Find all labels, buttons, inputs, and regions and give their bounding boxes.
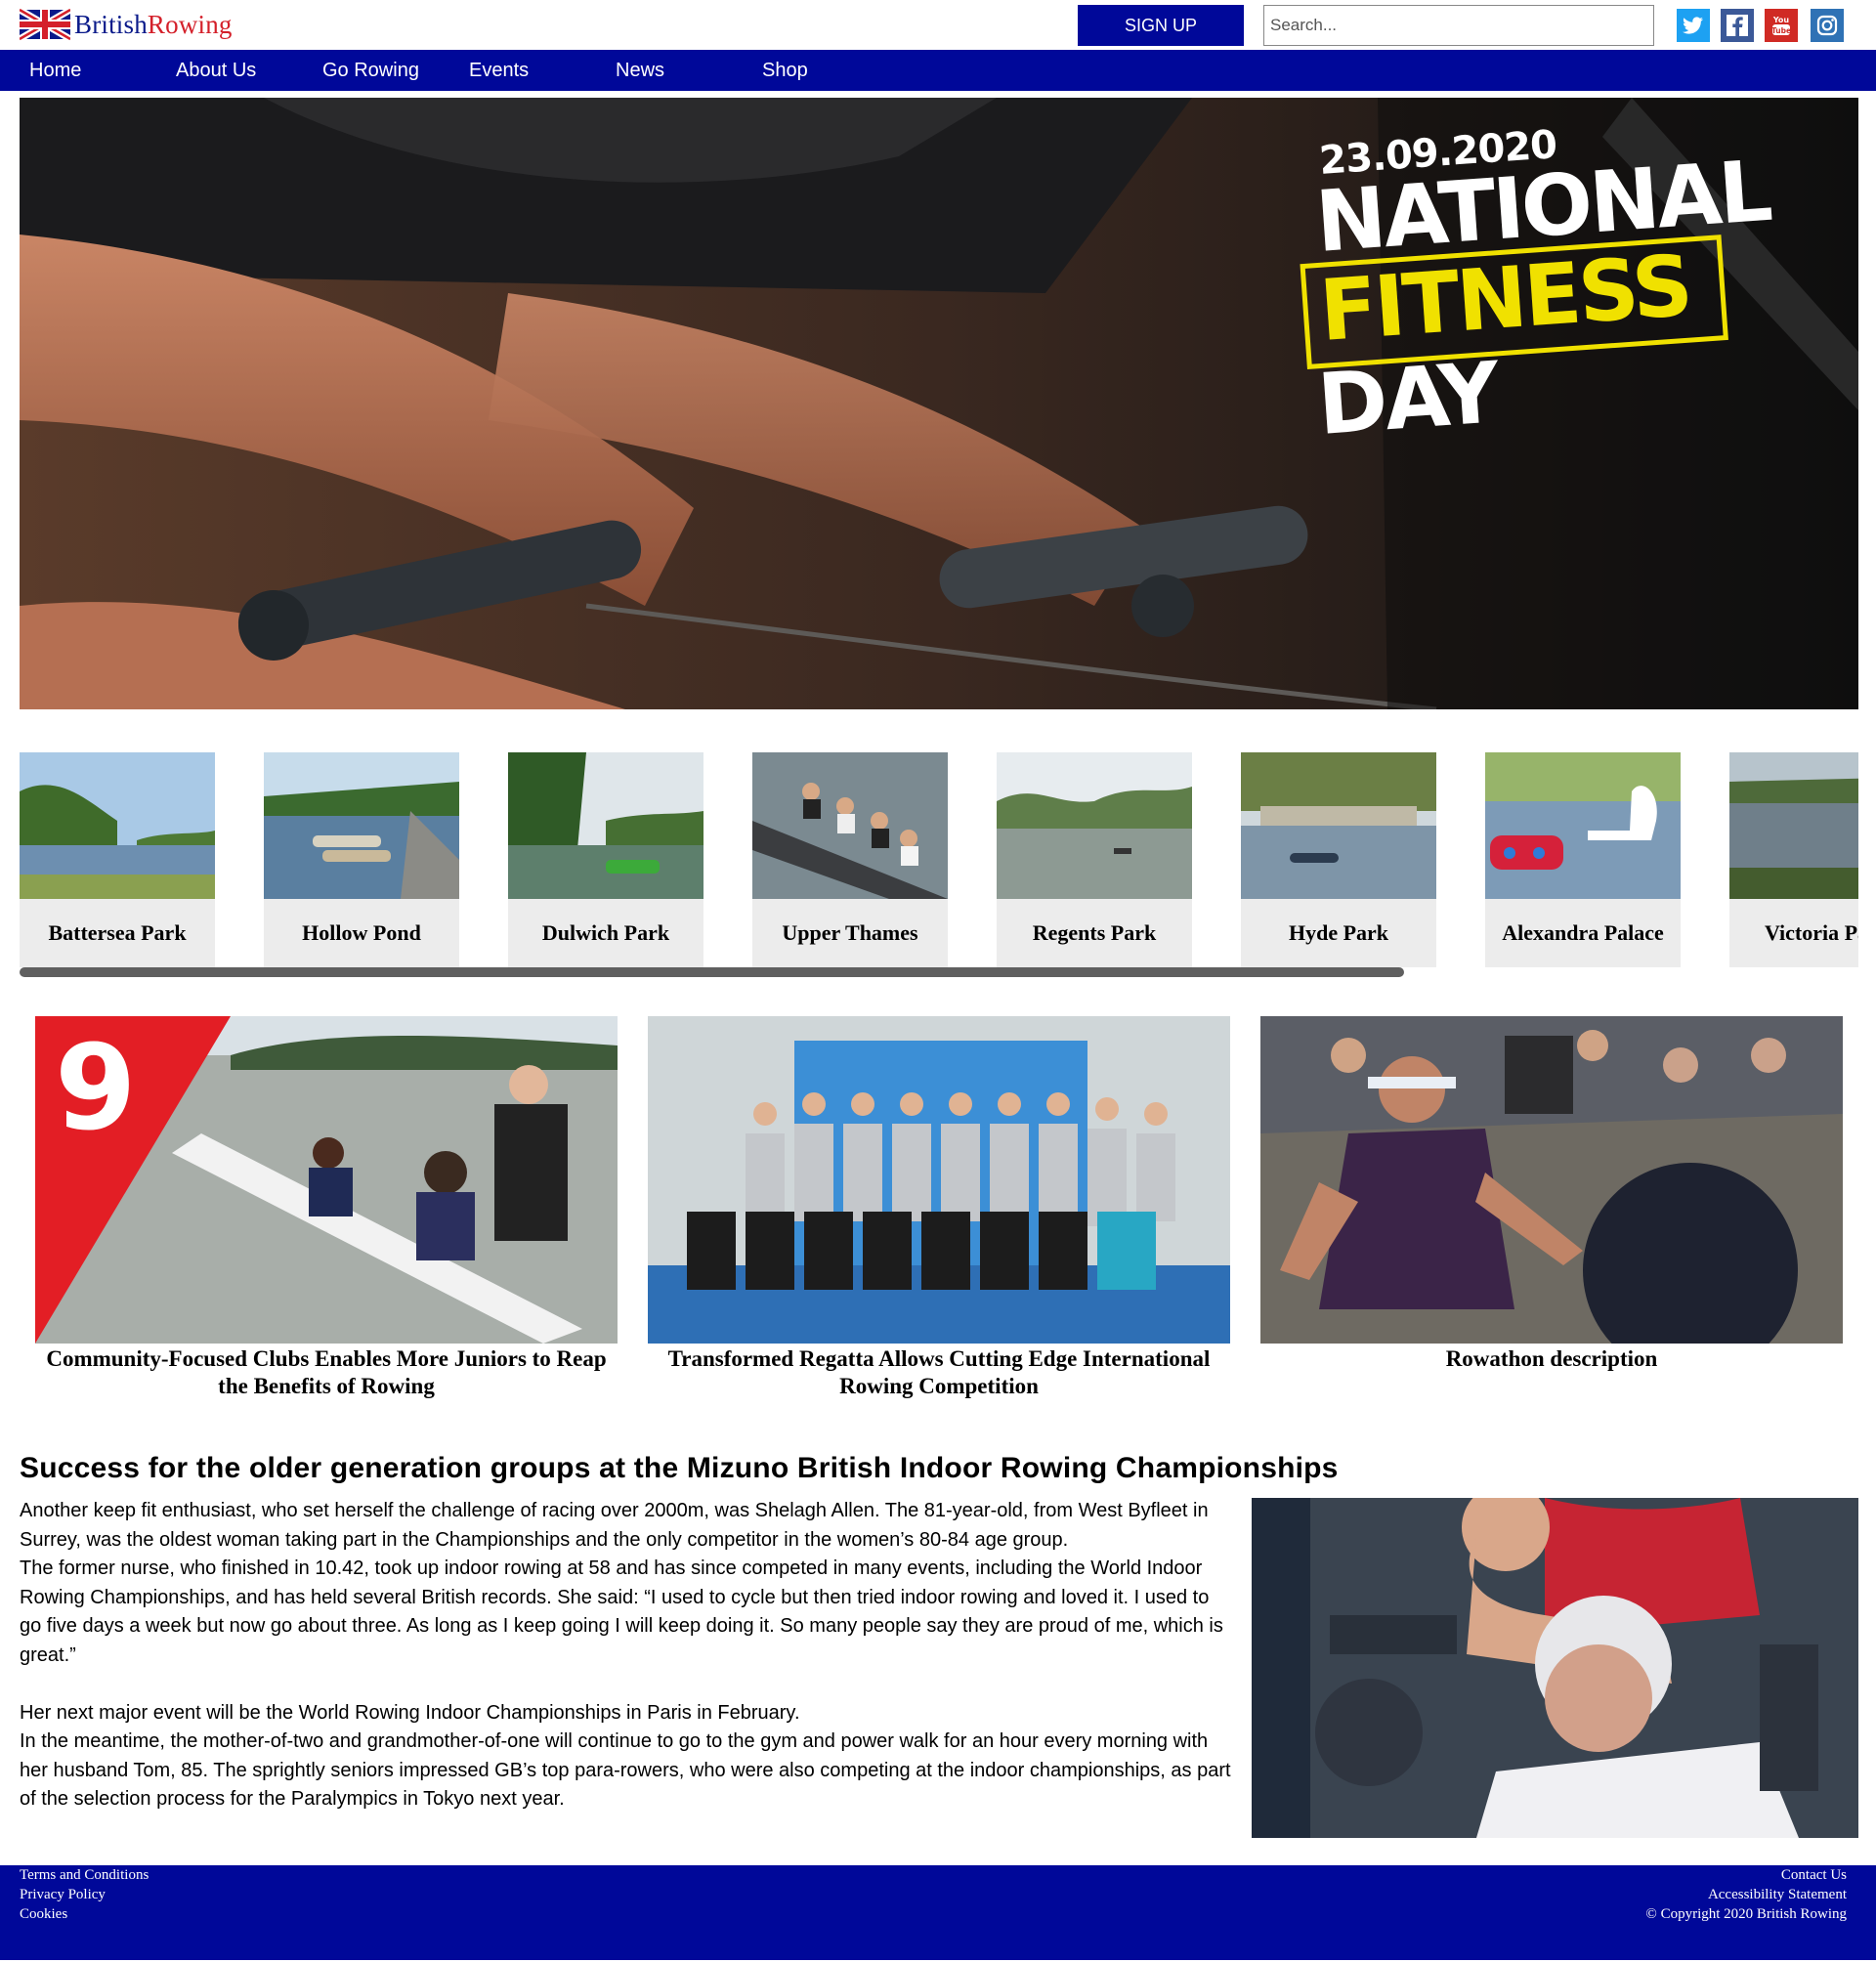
youtube-link[interactable]: You Tube: [1761, 5, 1802, 46]
location-photo: [752, 752, 948, 899]
twitter-icon: [1677, 9, 1710, 42]
svg-text:You: You: [1772, 16, 1790, 24]
news-photo: 9: [35, 1016, 618, 1344]
contact-us-link[interactable]: Contact Us: [1645, 1865, 1847, 1885]
location-label: Battersea Park: [20, 899, 215, 967]
instagram-link[interactable]: [1807, 5, 1848, 46]
location-card-regents-park[interactable]: Regents Park: [997, 752, 1192, 967]
location-card-hollow-pond[interactable]: Hollow Pond: [264, 752, 459, 967]
nav-go-rowing[interactable]: Go Rowing: [322, 50, 419, 91]
copyright-text: © Copyright 2020 British Rowing: [1645, 1906, 1847, 1922]
privacy-policy-link[interactable]: Privacy Policy: [20, 1885, 149, 1904]
svg-text:Tube: Tube: [1771, 26, 1791, 35]
location-label: Upper Thames: [752, 899, 948, 967]
news-photo: [648, 1016, 1230, 1344]
news-title: Community-Focused Clubs Enables More Jun…: [46, 1346, 607, 1398]
footer-right-links: Contact Us Accessibility Statement © Cop…: [1645, 1865, 1847, 1924]
location-card-alexandra-palace[interactable]: Alexandra Palace: [1485, 752, 1681, 967]
location-label: Hollow Pond: [264, 899, 459, 967]
article-title: Success for the older generation groups …: [20, 1452, 1339, 1484]
location-card-hyde-park[interactable]: Hyde Park: [1241, 752, 1436, 967]
news-card-transformed-regatta[interactable]: Transformed Regatta Allows Cutting Edge …: [648, 1016, 1230, 1400]
twitter-link[interactable]: [1673, 5, 1714, 46]
location-photo: [997, 752, 1192, 899]
british-rowing-logo[interactable]: BritishRowing: [20, 6, 233, 43]
location-card-dulwich-park[interactable]: Dulwich Park: [508, 752, 704, 967]
hero-banner[interactable]: 23.09.2020 NATIONAL FITNESS DAY: [20, 98, 1858, 709]
news-photo: [1260, 1016, 1843, 1344]
footer-left-links: Terms and Conditions Privacy Policy Cook…: [20, 1865, 149, 1924]
sign-up-button[interactable]: SIGN UP: [1078, 5, 1244, 46]
union-flag-oars-icon: [20, 6, 70, 43]
article-paragraph: Her next major event will be the World R…: [20, 1701, 800, 1724]
nav-about-us[interactable]: About Us: [176, 50, 256, 91]
news-title: Rowathon description: [1445, 1346, 1658, 1371]
main-nav: Home About Us Go Rowing Events News Shop: [0, 50, 1876, 91]
top-header: BritishRowing SIGN UP You Tube: [0, 0, 1876, 50]
location-label: Hyde Park: [1241, 899, 1436, 967]
location-photo: [508, 752, 704, 899]
location-card-victoria-park[interactable]: Victoria Park: [1729, 752, 1858, 967]
location-label: Alexandra Palace: [1485, 899, 1681, 967]
location-photo: [20, 752, 215, 899]
news-card-community-clubs[interactable]: 9 Community-Focused Clubs Enables More J…: [35, 1016, 618, 1400]
youtube-icon: You Tube: [1765, 9, 1798, 42]
location-card-upper-thames[interactable]: Upper Thames: [752, 752, 948, 967]
nav-shop[interactable]: Shop: [762, 50, 808, 91]
article-paragraph: Another keep fit enthusiast, who set her…: [20, 1500, 1209, 1551]
article-body: Another keep fit enthusiast, who set her…: [20, 1497, 1236, 1814]
news-badge: 9: [55, 1021, 137, 1157]
nav-home[interactable]: Home: [29, 50, 81, 91]
location-card-battersea-park[interactable]: Battersea Park: [20, 752, 215, 967]
hero-line-day: DAY: [1314, 344, 1501, 454]
instagram-icon: [1811, 9, 1844, 42]
location-photo: [1485, 752, 1681, 899]
site-footer: Terms and Conditions Privacy Policy Cook…: [0, 1865, 1876, 1960]
terms-link[interactable]: Terms and Conditions: [20, 1865, 149, 1885]
article-photo: [1252, 1498, 1858, 1838]
location-photo: [264, 752, 459, 899]
nav-news[interactable]: News: [616, 50, 664, 91]
article-paragraph: The former nurse, who finished in 10.42,…: [20, 1558, 1223, 1666]
accessibility-statement-link[interactable]: Accessibility Statement: [1645, 1885, 1847, 1904]
news-card-rowathon[interactable]: Rowathon description: [1260, 1016, 1843, 1373]
locations-carousel: Battersea Park Hollow Pond Dulwich Park …: [20, 752, 1858, 967]
facebook-link[interactable]: [1717, 5, 1758, 46]
location-label: Regents Park: [997, 899, 1192, 967]
carousel-scrollbar[interactable]: [20, 967, 1858, 977]
nav-events[interactable]: Events: [469, 50, 529, 91]
news-title: Transformed Regatta Allows Cutting Edge …: [667, 1346, 1211, 1398]
hero-line-fitness: FITNESS: [1316, 236, 1693, 361]
location-photo: [1241, 752, 1436, 899]
article-paragraph: In the meantime, the mother-of-two and g…: [20, 1730, 1231, 1810]
carousel-scrollbar-thumb[interactable]: [20, 967, 1404, 977]
location-label: Dulwich Park: [508, 899, 704, 967]
location-photo: [1729, 752, 1858, 899]
search-input[interactable]: [1263, 5, 1654, 46]
facebook-icon: [1721, 9, 1754, 42]
logo-text: BritishRowing: [74, 9, 233, 39]
cookies-link[interactable]: Cookies: [20, 1904, 149, 1924]
location-label: Victoria Park: [1729, 899, 1858, 967]
